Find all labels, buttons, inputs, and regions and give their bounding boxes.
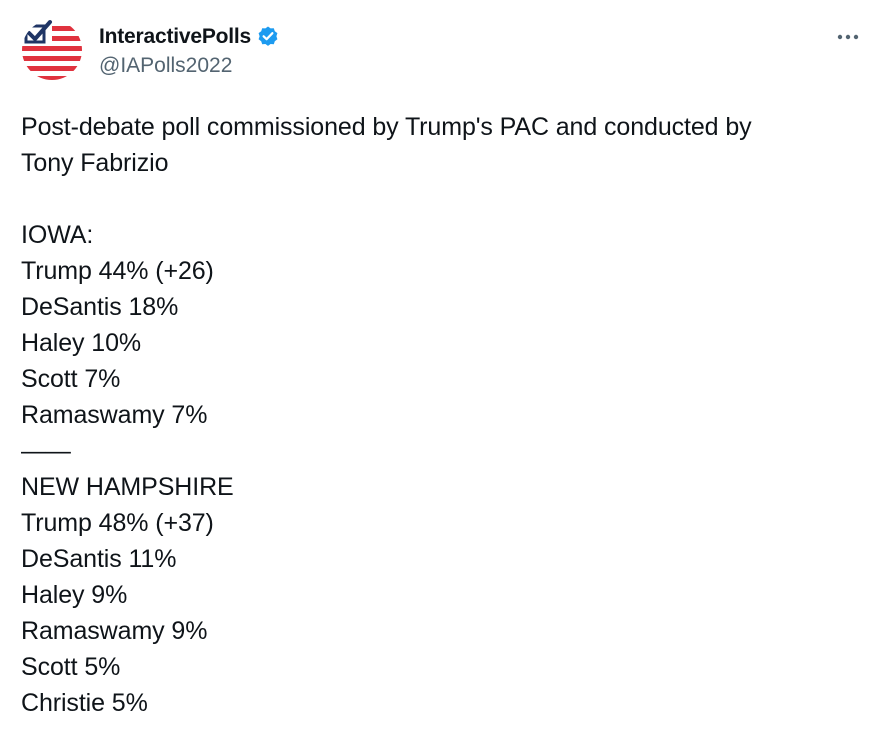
iowa-result: Haley 10% [21,329,141,357]
author-display-name[interactable]: InteractivePolls [99,25,251,49]
us-flag-checkmark-logo [22,20,82,80]
verified-badge-icon[interactable] [256,25,280,49]
iowa-result: Trump 44% (+26) [21,257,214,285]
iowa-result: DeSantis 18% [21,293,179,321]
new-hampshire-header: NEW HAMPSHIRE [21,473,234,501]
author-name-row: InteractivePolls [99,23,280,51]
iowa-result: Ramaswamy 7% [21,401,208,429]
more-horizontal-icon [837,34,859,40]
iowa-result: Scott 7% [21,365,121,393]
tweet: InteractivePolls @IAPolls2022 Post-debat… [0,0,880,734]
author-handle[interactable]: @IAPolls2022 [99,54,232,78]
new-hampshire-result: Haley 9% [21,581,128,609]
new-hampshire-result: Ramaswamy 9% [21,617,208,645]
new-hampshire-result: Trump 48% (+37) [21,509,214,537]
avatar[interactable] [22,20,82,80]
more-options-button[interactable] [830,22,866,52]
tweet-text: Post-debate poll commissioned by Trump's… [21,109,861,721]
section-separator: —— [21,437,71,465]
tweet-intro-line: Post-debate poll commissioned by Trump's… [21,113,752,141]
iowa-header: IOWA: [21,221,94,249]
new-hampshire-result: DeSantis 11% [21,545,177,573]
new-hampshire-result: Scott 5% [21,653,121,681]
tweet-intro-line: Tony Fabrizio [21,149,169,177]
new-hampshire-result: Christie 5% [21,689,148,717]
